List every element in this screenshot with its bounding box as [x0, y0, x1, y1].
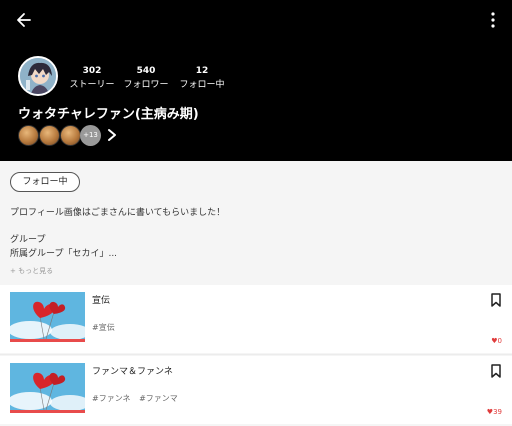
stories-count: 302 — [82, 66, 102, 76]
badge-icon — [39, 125, 60, 146]
following-count: 12 — [195, 66, 209, 76]
stat-stories[interactable]: 302 ストーリー — [66, 66, 118, 91]
story-tags: #ファンネ #ファンマ — [92, 393, 184, 404]
bookmark-icon[interactable] — [490, 364, 502, 378]
profile-header: 302 ストーリー 540 フォロワー 12 フォロー中 ウォタチャレファン(主… — [0, 0, 512, 161]
badge-icon — [60, 125, 81, 146]
more-menu-icon[interactable] — [486, 10, 500, 30]
story-thumbnail — [10, 292, 85, 342]
followers-count: 540 — [136, 66, 156, 76]
story-tag[interactable]: #ファンマ — [139, 394, 178, 403]
story-item[interactable]: ファンマ＆ファンネ #ファンネ #ファンマ ♥39 — [0, 356, 512, 424]
bookmark-icon[interactable] — [490, 293, 502, 307]
story-thumbnail — [10, 363, 85, 413]
likes-count: 39 — [493, 408, 502, 416]
badge-icon — [18, 125, 39, 146]
followers-label: フォロワー — [123, 80, 169, 90]
likes-count: 0 — [497, 337, 502, 345]
chevron-right-icon[interactable] — [106, 127, 118, 143]
story-tag[interactable]: #ファンネ — [92, 394, 131, 403]
story-tag[interactable]: #宣伝 — [92, 323, 115, 332]
show-more-link[interactable]: + もっと見る — [10, 266, 53, 276]
back-arrow-icon[interactable] — [14, 10, 34, 30]
avatar-illustration — [20, 58, 56, 94]
divider — [0, 354, 512, 355]
story-likes: ♥0 — [491, 337, 502, 345]
stat-followers[interactable]: 540 フォロワー — [118, 66, 174, 91]
following-button[interactable]: フォロー中 — [10, 172, 80, 192]
story-tags: #宣伝 — [92, 322, 121, 333]
story-likes: ♥39 — [487, 408, 502, 416]
bio-group-heading: グループ — [10, 235, 46, 245]
following-label: フォロー中 — [179, 80, 225, 90]
username: ウォタチャレファン(主病み期) — [18, 107, 199, 122]
badge-more-count: +13 — [80, 125, 101, 146]
story-title: 宣伝 — [92, 296, 111, 306]
story-title: ファンマ＆ファンネ — [92, 367, 173, 377]
stories-label: ストーリー — [69, 80, 115, 90]
story-item[interactable]: 宣伝 #宣伝 ♥0 — [0, 285, 512, 353]
bio-text: プロフィール画像はごまさんに書いてもらいました！ — [10, 208, 226, 218]
avatar[interactable] — [18, 56, 58, 96]
stat-following[interactable]: 12 フォロー中 — [176, 66, 228, 91]
bio-group-text: 所属グループ「セカイ」... — [10, 249, 118, 259]
